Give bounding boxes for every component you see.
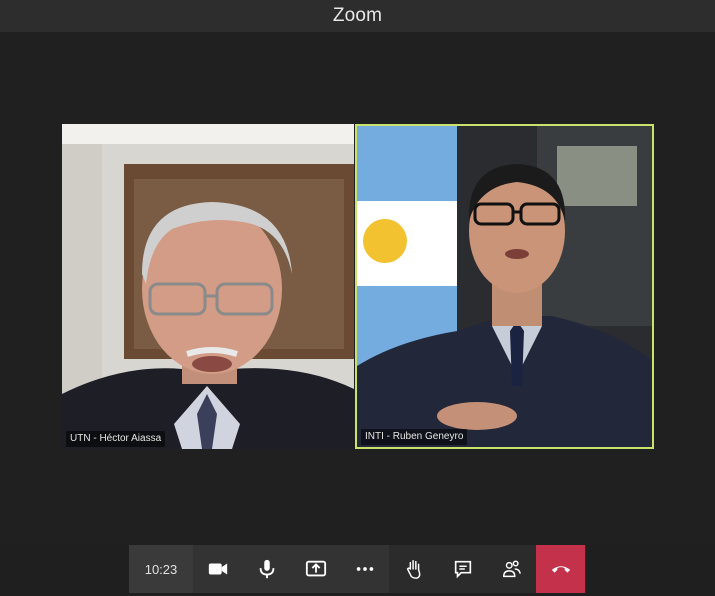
chat-icon (454, 560, 471, 579)
active-speaker-video-tile[interactable]: INTI - Ruben Geneyro (355, 124, 654, 449)
hang-up-button[interactable] (536, 545, 585, 593)
participant-name-label: UTN - Héctor Aiassa (66, 431, 166, 447)
participant-video-feed (62, 124, 354, 449)
chat-button[interactable] (438, 545, 487, 593)
raise-hand-button[interactable] (389, 545, 438, 593)
share-screen-button[interactable] (291, 545, 340, 593)
hang-up-icon (551, 566, 570, 573)
share-screen-icon (305, 560, 326, 577)
video-toggle-button[interactable] (193, 545, 242, 593)
more-options-button[interactable] (340, 545, 389, 593)
participant-name-label: INTI - Ruben Geneyro (361, 429, 468, 445)
call-controls-toolbar: 10:23 (129, 545, 586, 593)
window-title: Zoom (332, 5, 383, 26)
participants-icon (502, 560, 521, 578)
microphone-icon (259, 559, 274, 579)
title-bar: Zoom (0, 0, 715, 32)
participant-video-feed (357, 126, 652, 447)
call-timer: 10:23 (129, 545, 193, 593)
more-options-icon (356, 567, 373, 571)
video-icon (208, 563, 227, 575)
microphone-toggle-button[interactable] (242, 545, 291, 593)
participant-video-tile[interactable]: UTN - Héctor Aiassa (62, 124, 354, 449)
participants-button[interactable] (487, 545, 536, 593)
raise-hand-icon (406, 560, 420, 579)
